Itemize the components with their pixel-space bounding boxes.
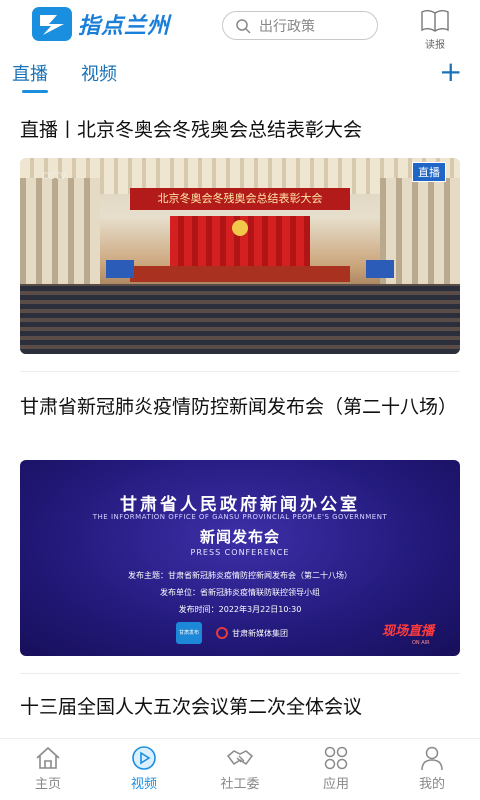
add-channel-button[interactable]: + bbox=[439, 56, 462, 88]
item-thumbnail[interactable]: 北京冬奥会冬残奥会总结表彰大会 CCTV 直播 bbox=[20, 158, 460, 354]
hall-banner: 北京冬奥会冬残奥会总结表彰大会 bbox=[130, 188, 350, 210]
active-tab-indicator bbox=[22, 90, 48, 93]
gansu-media-group-logo: 甘肃新媒体集团 bbox=[216, 627, 288, 639]
poster-heading-en: PRESS CONFERENCE bbox=[190, 548, 290, 557]
poster-topic: 发布主题：甘肃省新冠肺炎疫情防控新闻发布会（第二十八场） bbox=[128, 571, 352, 580]
item-title[interactable]: 十三届全国人大五次会议第二次全体会议 bbox=[20, 692, 460, 723]
nav-mine-label: 我的 bbox=[418, 777, 445, 792]
search-placeholder: 出行政策 bbox=[259, 18, 315, 35]
media-group-name: 甘肃新媒体集团 bbox=[232, 628, 288, 638]
gansu-release-logo: 甘肃发布 bbox=[176, 622, 202, 644]
apps-grid-icon bbox=[324, 746, 348, 770]
tab-video[interactable]: 视频 bbox=[81, 60, 117, 86]
poster-heading: 新闻发布会 bbox=[199, 528, 280, 546]
nav-apps[interactable]: 应用 bbox=[296, 745, 376, 792]
press-conference-poster: 甘肃省人民政府新闻办公室 THE INFORMATION OFFICE OF G… bbox=[20, 460, 460, 656]
nav-apps-label: 应用 bbox=[322, 777, 349, 792]
on-air-logo: 现场直播 bbox=[382, 624, 435, 639]
poster-org: 甘肃省人民政府新闻办公室 bbox=[120, 495, 360, 515]
open-book-icon bbox=[421, 10, 449, 32]
handshake-icon bbox=[226, 750, 254, 766]
item-title[interactable]: 直播丨北京冬奥会冬残奥会总结表彰大会 bbox=[20, 115, 460, 146]
search-icon bbox=[236, 18, 251, 34]
poster-logos: 甘肃发布 甘肃新媒体集团 bbox=[176, 622, 288, 644]
bottom-nav: 主页 视频 社工委 应用 我的 bbox=[0, 738, 480, 800]
list-item[interactable]: 直播丨北京冬奥会冬残奥会总结表彰大会 bbox=[20, 115, 460, 146]
hall-wall-left bbox=[20, 178, 100, 288]
tab-live[interactable]: 直播 bbox=[12, 60, 48, 86]
nav-video-label: 视频 bbox=[130, 777, 157, 792]
video-play-icon bbox=[132, 746, 156, 770]
poster-unit: 发布单位：省新冠肺炎疫情联防联控领导小组 bbox=[160, 588, 320, 597]
channel-tabs: 直播 视频 + bbox=[0, 56, 480, 96]
divider bbox=[20, 371, 460, 372]
nav-home-label: 主页 bbox=[34, 777, 61, 792]
item-title[interactable]: 甘肃省新冠肺炎疫情防控新闻发布会（第二十八场） bbox=[20, 392, 460, 423]
list-item[interactable]: 十三届全国人大五次会议第二次全体会议 bbox=[20, 692, 460, 723]
divider bbox=[20, 673, 460, 674]
search-input[interactable]: 出行政策 bbox=[222, 11, 378, 40]
live-badge: 直播 bbox=[412, 162, 446, 182]
nav-mine[interactable]: 我的 bbox=[392, 745, 472, 792]
media-group-ring-icon bbox=[216, 627, 228, 639]
item-thumbnail[interactable]: 甘肃省人民政府新闻办公室 THE INFORMATION OFFICE OF G… bbox=[20, 460, 460, 656]
side-screen-right bbox=[366, 260, 394, 278]
app-header: 指点兰州 出行政策 读报 bbox=[0, 0, 480, 52]
stage bbox=[130, 266, 350, 282]
user-icon bbox=[421, 746, 443, 771]
audience-seats bbox=[20, 284, 460, 354]
cctv-watermark: CCTV bbox=[42, 172, 67, 182]
video-feed[interactable]: 直播丨北京冬奥会冬残奥会总结表彰大会 北京冬奥会冬残奥会总结表彰大会 CCTV … bbox=[0, 100, 480, 736]
on-air-logo-en: ON AIR bbox=[412, 640, 430, 646]
home-icon bbox=[36, 746, 60, 769]
national-emblem-icon bbox=[232, 220, 248, 236]
nav-social-work-label: 社工委 bbox=[220, 777, 260, 792]
logo-mark-icon bbox=[32, 7, 72, 41]
nav-social-work[interactable]: 社工委 bbox=[200, 745, 280, 792]
logo-text: 指点兰州 bbox=[78, 14, 171, 39]
read-newspaper-label: 读报 bbox=[425, 40, 445, 51]
read-newspaper-button[interactable]: 读报 bbox=[418, 8, 452, 51]
nav-video[interactable]: 视频 bbox=[104, 745, 184, 792]
nav-home[interactable]: 主页 bbox=[8, 745, 88, 792]
poster-org-en: THE INFORMATION OFFICE OF GANSU PROVINCI… bbox=[92, 513, 388, 521]
list-item[interactable]: 甘肃省新冠肺炎疫情防控新闻发布会（第二十八场） bbox=[20, 392, 460, 423]
hall-image: 北京冬奥会冬残奥会总结表彰大会 CCTV 直播 bbox=[20, 158, 460, 354]
side-screen-left bbox=[106, 260, 134, 278]
app-logo[interactable]: 指点兰州 bbox=[32, 7, 170, 41]
poster-time: 发布时间：2022年3月22日10:30 bbox=[178, 605, 302, 614]
